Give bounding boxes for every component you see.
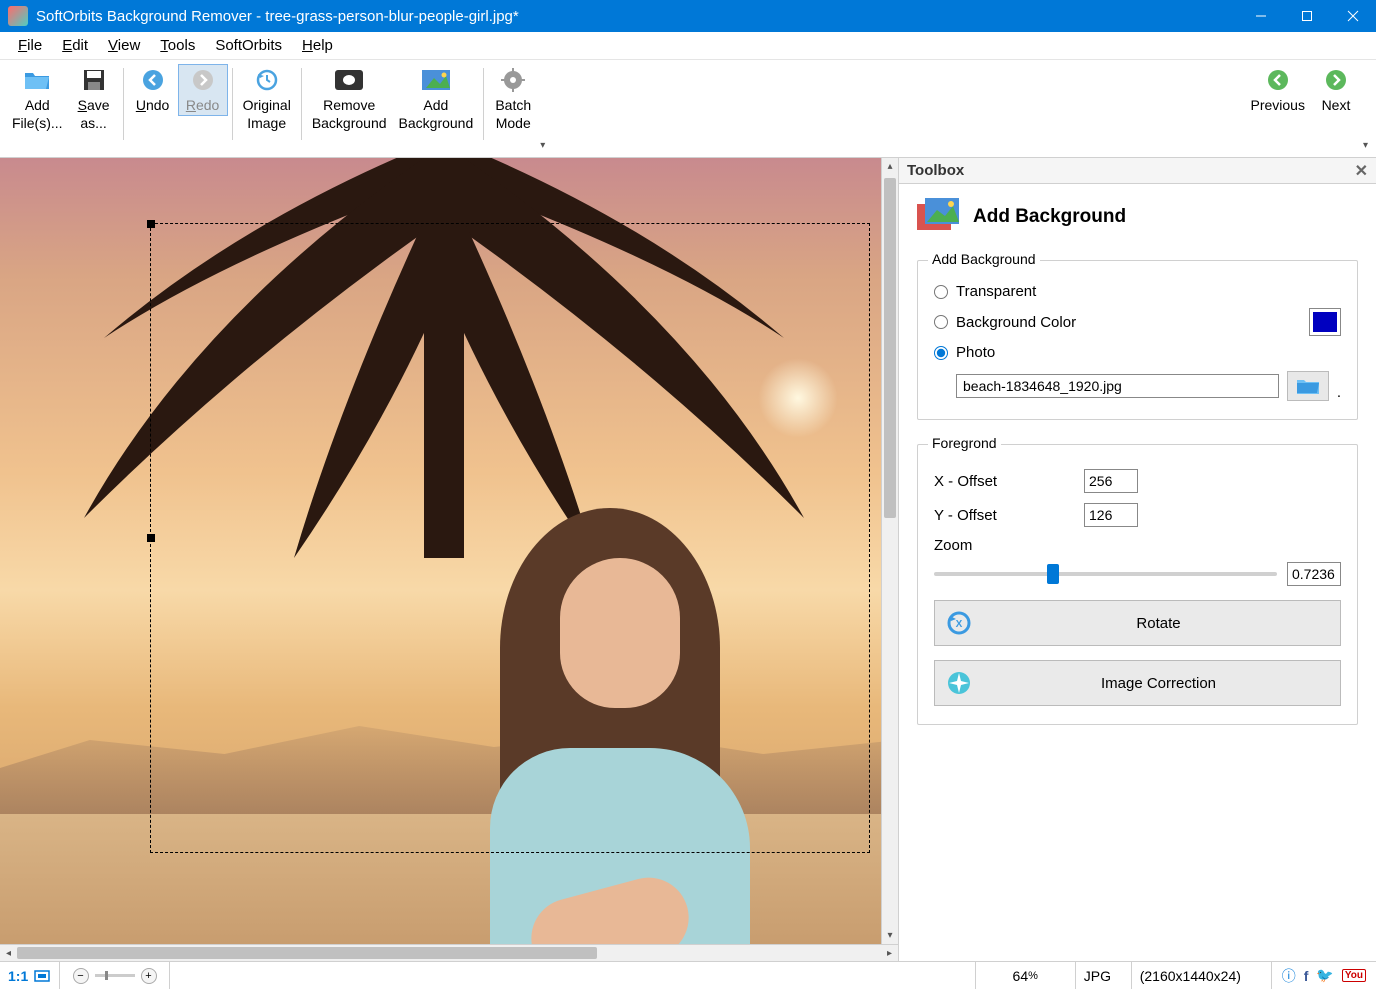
sparkle-icon	[945, 669, 973, 697]
twitter-icon[interactable]: 🐦	[1316, 967, 1333, 984]
horizontal-scrollbar[interactable]: ◂ ▸	[0, 944, 898, 961]
x-offset-input[interactable]	[1084, 469, 1138, 493]
foreground-group: Foregrond X - Offset Y - Offset Zoom 0.7…	[917, 444, 1358, 725]
toolbox-panel: Toolbox ✕ Add Background Add Background …	[898, 158, 1376, 961]
canvas-area: ▴ ▾ ◂ ▸	[0, 158, 898, 961]
clock-reset-icon	[253, 66, 281, 94]
toolbar-nav-overflow[interactable]: ▾	[1363, 140, 1368, 151]
scroll-down-icon[interactable]: ▾	[882, 927, 898, 944]
window-title: SoftOrbits Background Remover - tree-gra…	[36, 8, 1238, 25]
selection-marquee[interactable]	[150, 223, 870, 853]
add-background-group: Add Background Transparent Background Co…	[917, 260, 1358, 420]
gear-icon	[499, 66, 527, 94]
y-offset-label: Y - Offset	[934, 507, 1074, 524]
zoom-slider-thumb[interactable]	[1047, 564, 1059, 584]
rotate-icon: X	[945, 609, 973, 637]
zoom-mini-track[interactable]	[95, 974, 135, 977]
add-bg-icon	[422, 66, 450, 94]
previous-button[interactable]: Previous	[1245, 64, 1311, 116]
close-panel-icon[interactable]: ✕	[1355, 161, 1368, 181]
redo-button[interactable]: Redo	[178, 64, 228, 116]
radio-transparent[interactable]: Transparent	[934, 283, 1341, 300]
info-icon[interactable]: ⓘ	[1282, 966, 1296, 986]
redo-icon	[189, 66, 217, 94]
titlebar: SoftOrbits Background Remover - tree-gra…	[0, 0, 1376, 32]
status-zoom-percent: 64%	[976, 962, 1076, 989]
status-dimensions: (2160x1440x24)	[1132, 962, 1272, 989]
save-icon	[80, 66, 108, 94]
radio-photo-input[interactable]	[934, 346, 948, 360]
add-bg-large-icon	[917, 198, 959, 236]
zoom-label: Zoom	[934, 537, 1341, 554]
radio-transparent-input[interactable]	[934, 285, 948, 299]
resize-handle[interactable]	[147, 220, 155, 228]
browse-more: .	[1337, 384, 1341, 401]
group-legend: Add Background	[928, 251, 1040, 267]
status-ratio[interactable]: 1:1	[0, 962, 60, 989]
zoom-in-icon[interactable]: +	[141, 968, 157, 984]
arrow-right-icon	[1322, 66, 1350, 94]
close-button[interactable]	[1330, 0, 1376, 32]
remove-background-button[interactable]: Remove Background	[306, 64, 393, 134]
menu-softorbits[interactable]: SoftOrbits	[205, 33, 292, 58]
folder-open-icon	[23, 66, 51, 94]
radio-photo[interactable]: Photo	[934, 344, 1341, 361]
resize-handle[interactable]	[147, 534, 155, 542]
toolbox-title-label: Toolbox	[907, 162, 964, 179]
bgcolor-swatch[interactable]	[1309, 308, 1341, 336]
composite-image	[0, 158, 898, 944]
radio-bgcolor[interactable]: Background Color	[934, 308, 1341, 336]
undo-icon	[139, 66, 167, 94]
next-button[interactable]: Next	[1311, 64, 1361, 116]
svg-text:X: X	[956, 619, 963, 630]
facebook-icon[interactable]: f	[1304, 968, 1309, 984]
x-offset-label: X - Offset	[934, 473, 1074, 490]
add-background-button[interactable]: Add Background	[393, 64, 480, 134]
group-legend: Foregrond	[928, 435, 1001, 451]
zoom-slider[interactable]	[934, 572, 1277, 576]
scroll-thumb[interactable]	[17, 947, 597, 959]
status-format: JPG	[1076, 962, 1132, 989]
remove-bg-icon	[335, 66, 363, 94]
minimize-button[interactable]	[1238, 0, 1284, 32]
toolbar: Add File(s)... Saveas... Undo Redo Origi…	[0, 60, 1376, 158]
toolbox-header: Toolbox ✕	[899, 158, 1376, 184]
scroll-up-icon[interactable]: ▴	[882, 158, 898, 175]
y-offset-input[interactable]	[1084, 503, 1138, 527]
maximize-button[interactable]	[1284, 0, 1330, 32]
vertical-scrollbar[interactable]: ▴ ▾	[881, 158, 898, 944]
menu-tools[interactable]: Tools	[150, 33, 205, 58]
canvas-viewport[interactable]: ▴ ▾	[0, 158, 898, 944]
menu-edit[interactable]: Edit	[52, 33, 98, 58]
rotate-button[interactable]: X Rotate	[934, 600, 1341, 646]
save-as-button[interactable]: Saveas...	[69, 64, 119, 134]
batch-mode-button[interactable]: Batch Mode	[488, 64, 538, 134]
youtube-icon[interactable]: You	[1342, 969, 1366, 982]
app-icon	[8, 6, 28, 26]
zoom-out-icon[interactable]: −	[73, 968, 89, 984]
scroll-thumb[interactable]	[884, 178, 896, 518]
original-image-button[interactable]: Original Image	[237, 64, 297, 134]
fit-screen-icon	[34, 970, 50, 982]
zoom-value[interactable]: 0.7236	[1287, 562, 1341, 586]
scroll-right-icon[interactable]: ▸	[881, 948, 898, 959]
status-zoom-slider[interactable]: − +	[60, 962, 170, 989]
status-social: ⓘ f 🐦 You	[1272, 962, 1376, 989]
arrow-left-icon	[1264, 66, 1292, 94]
add-files-button[interactable]: Add File(s)...	[6, 64, 69, 134]
section-title: Add Background	[973, 206, 1126, 228]
menu-view[interactable]: View	[98, 33, 150, 58]
browse-photo-button[interactable]	[1287, 371, 1329, 401]
undo-button[interactable]: Undo	[128, 64, 178, 116]
photo-filename-input[interactable]	[956, 374, 1279, 398]
menubar: File Edit View Tools SoftOrbits Help	[0, 32, 1376, 60]
image-correction-button[interactable]: Image Correction	[934, 660, 1341, 706]
scroll-left-icon[interactable]: ◂	[0, 948, 17, 959]
statusbar: 1:1 − + 64% JPG (2160x1440x24) ⓘ f 🐦 You	[0, 961, 1376, 989]
menu-help[interactable]: Help	[292, 33, 343, 58]
radio-bgcolor-input[interactable]	[934, 315, 948, 329]
folder-icon	[1296, 377, 1320, 395]
toolbar-overflow[interactable]: ▾	[540, 140, 545, 151]
menu-file[interactable]: File	[8, 33, 52, 58]
